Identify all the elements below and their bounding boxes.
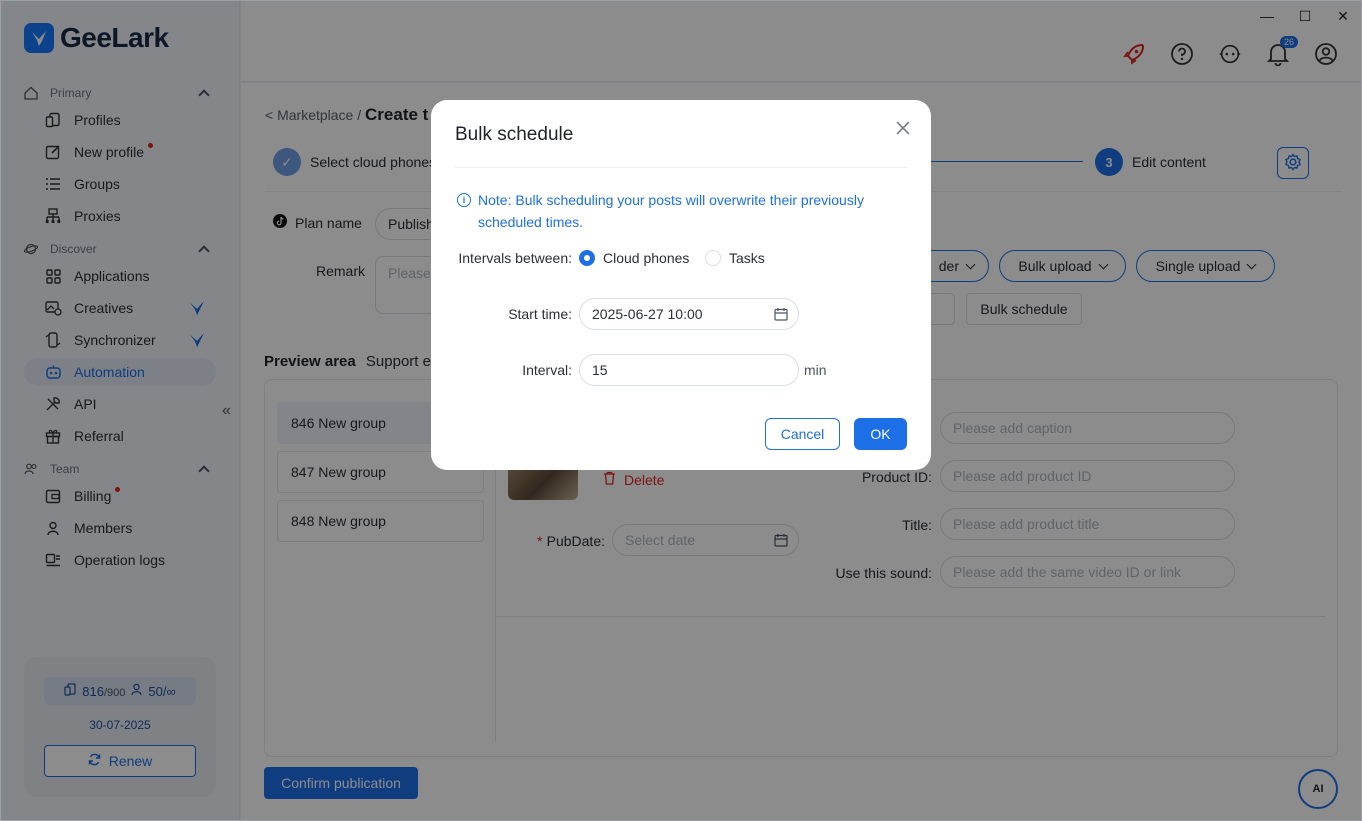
close-icon[interactable] (895, 120, 911, 136)
dialog-title: Bulk schedule (455, 124, 574, 145)
interval-unit: min (804, 362, 827, 378)
radio-tasks[interactable]: Tasks (705, 250, 765, 266)
radio-cloud-phones[interactable]: Cloud phones (579, 250, 689, 266)
radio-unselected-icon (705, 250, 721, 266)
calendar-icon (774, 307, 788, 321)
bulk-schedule-dialog: Bulk schedule i Note: Bulk scheduling yo… (431, 100, 931, 470)
start-time-value: 2025-06-27 10:00 (592, 306, 703, 322)
start-time-label: Start time: (508, 306, 572, 322)
start-time-input[interactable]: 2025-06-27 10:00 (579, 298, 799, 330)
radio-label: Tasks (729, 250, 765, 266)
intervals-label: Intervals between: (458, 250, 572, 266)
radio-label: Cloud phones (603, 250, 690, 266)
info-icon: i (457, 193, 471, 207)
radio-selected-icon (579, 250, 595, 266)
divider (455, 167, 907, 168)
info-note: i Note: Bulk scheduling your posts will … (457, 189, 897, 233)
note-text: Note: Bulk scheduling your posts will ov… (478, 192, 864, 230)
cancel-button[interactable]: Cancel (765, 418, 840, 450)
interval-label: Interval: (522, 362, 572, 378)
interval-input[interactable]: 15 (579, 354, 799, 386)
ok-button[interactable]: OK (854, 418, 907, 450)
